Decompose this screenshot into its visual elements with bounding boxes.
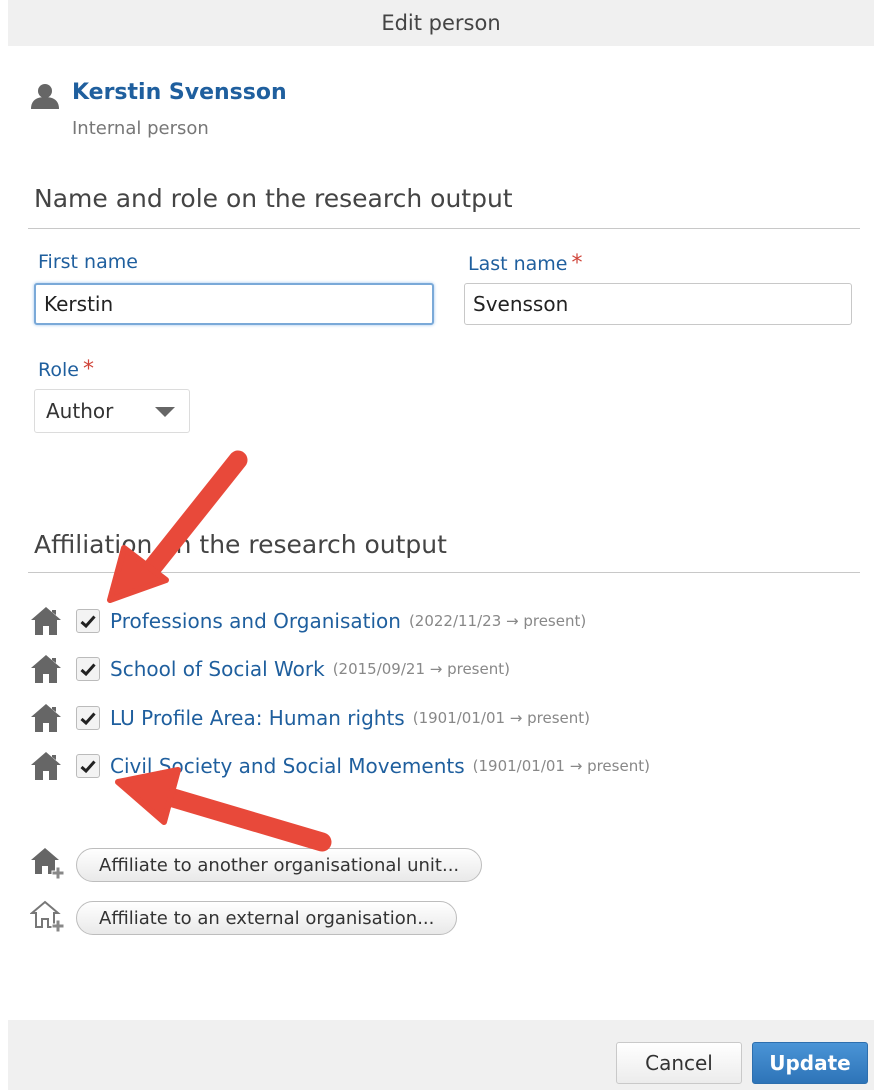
- affiliation-checkbox[interactable]: [76, 754, 100, 778]
- name-role-section-title: Name and role on the research output: [34, 184, 513, 213]
- house-icon: [31, 752, 61, 780]
- chevron-down-icon: [155, 407, 175, 417]
- affiliation-checkbox[interactable]: [76, 706, 100, 730]
- affiliation-checkbox[interactable]: [76, 609, 100, 633]
- person-type: Internal person: [72, 118, 209, 139]
- affiliate-internal-unit-button[interactable]: Affiliate to another organisational unit…: [76, 848, 483, 882]
- affiliation-section-title: Affiliation on the research output: [34, 530, 447, 559]
- affiliation-name-link[interactable]: LU Profile Area: Human rights: [110, 706, 405, 730]
- affiliate-external-organisation-button[interactable]: Affiliate to an external organisation...: [76, 901, 458, 935]
- affiliation-dates: (1901/01/01 → present): [412, 709, 591, 727]
- role-select[interactable]: Author: [34, 389, 190, 433]
- first-name-input[interactable]: [34, 283, 434, 325]
- house-icon: [31, 655, 61, 683]
- affiliation-name-link[interactable]: Civil Society and Social Movements: [110, 754, 465, 778]
- affiliate-internal-row: Affiliate to another organisational unit…: [30, 847, 483, 883]
- checkmark-icon: [80, 614, 96, 628]
- checkmark-icon: [80, 662, 96, 676]
- dialog-titlebar: Edit person: [8, 0, 874, 46]
- divider: [28, 572, 860, 573]
- house-add-icon: [31, 848, 64, 880]
- role-label: Role *: [38, 357, 94, 382]
- external-house-add-icon: [30, 900, 64, 933]
- affiliation-row: Civil Society and Social Movements (1901…: [30, 749, 650, 783]
- update-button[interactable]: Update: [752, 1042, 868, 1084]
- affiliate-external-row: Affiliate to an external organisation...: [30, 900, 458, 936]
- required-marker: *: [571, 251, 583, 276]
- checkmark-icon: [80, 759, 96, 773]
- house-icon: [31, 607, 61, 635]
- house-icon: [31, 704, 61, 732]
- required-marker: *: [82, 357, 94, 382]
- dialog-footer: Cancel Update: [8, 1020, 874, 1090]
- checkmark-icon: [80, 711, 96, 725]
- affiliation-dates: (2015/09/21 → present): [332, 660, 510, 678]
- affiliation-row: Professions and Organisation (2022/11/23…: [30, 604, 586, 638]
- last-name-label: Last name *: [468, 251, 583, 276]
- cancel-button[interactable]: Cancel: [616, 1042, 742, 1084]
- role-select-value: Author: [46, 399, 114, 423]
- person-icon: [31, 84, 59, 109]
- affiliation-name-link[interactable]: School of Social Work: [110, 657, 325, 681]
- affiliation-row: LU Profile Area: Human rights (1901/01/0…: [30, 701, 590, 735]
- affiliation-row: School of Social Work (2015/09/21 → pres…: [30, 652, 510, 686]
- first-name-label: First name: [38, 251, 138, 273]
- divider: [28, 228, 860, 229]
- dialog-title: Edit person: [381, 11, 501, 35]
- affiliation-dates: (1901/01/01 → present): [472, 757, 650, 775]
- person-name-link[interactable]: Kerstin Svensson: [72, 80, 287, 105]
- affiliation-dates: (2022/11/23 → present): [408, 612, 587, 630]
- affiliation-name-link[interactable]: Professions and Organisation: [110, 609, 401, 633]
- last-name-input[interactable]: [464, 283, 852, 325]
- affiliation-checkbox[interactable]: [76, 657, 100, 681]
